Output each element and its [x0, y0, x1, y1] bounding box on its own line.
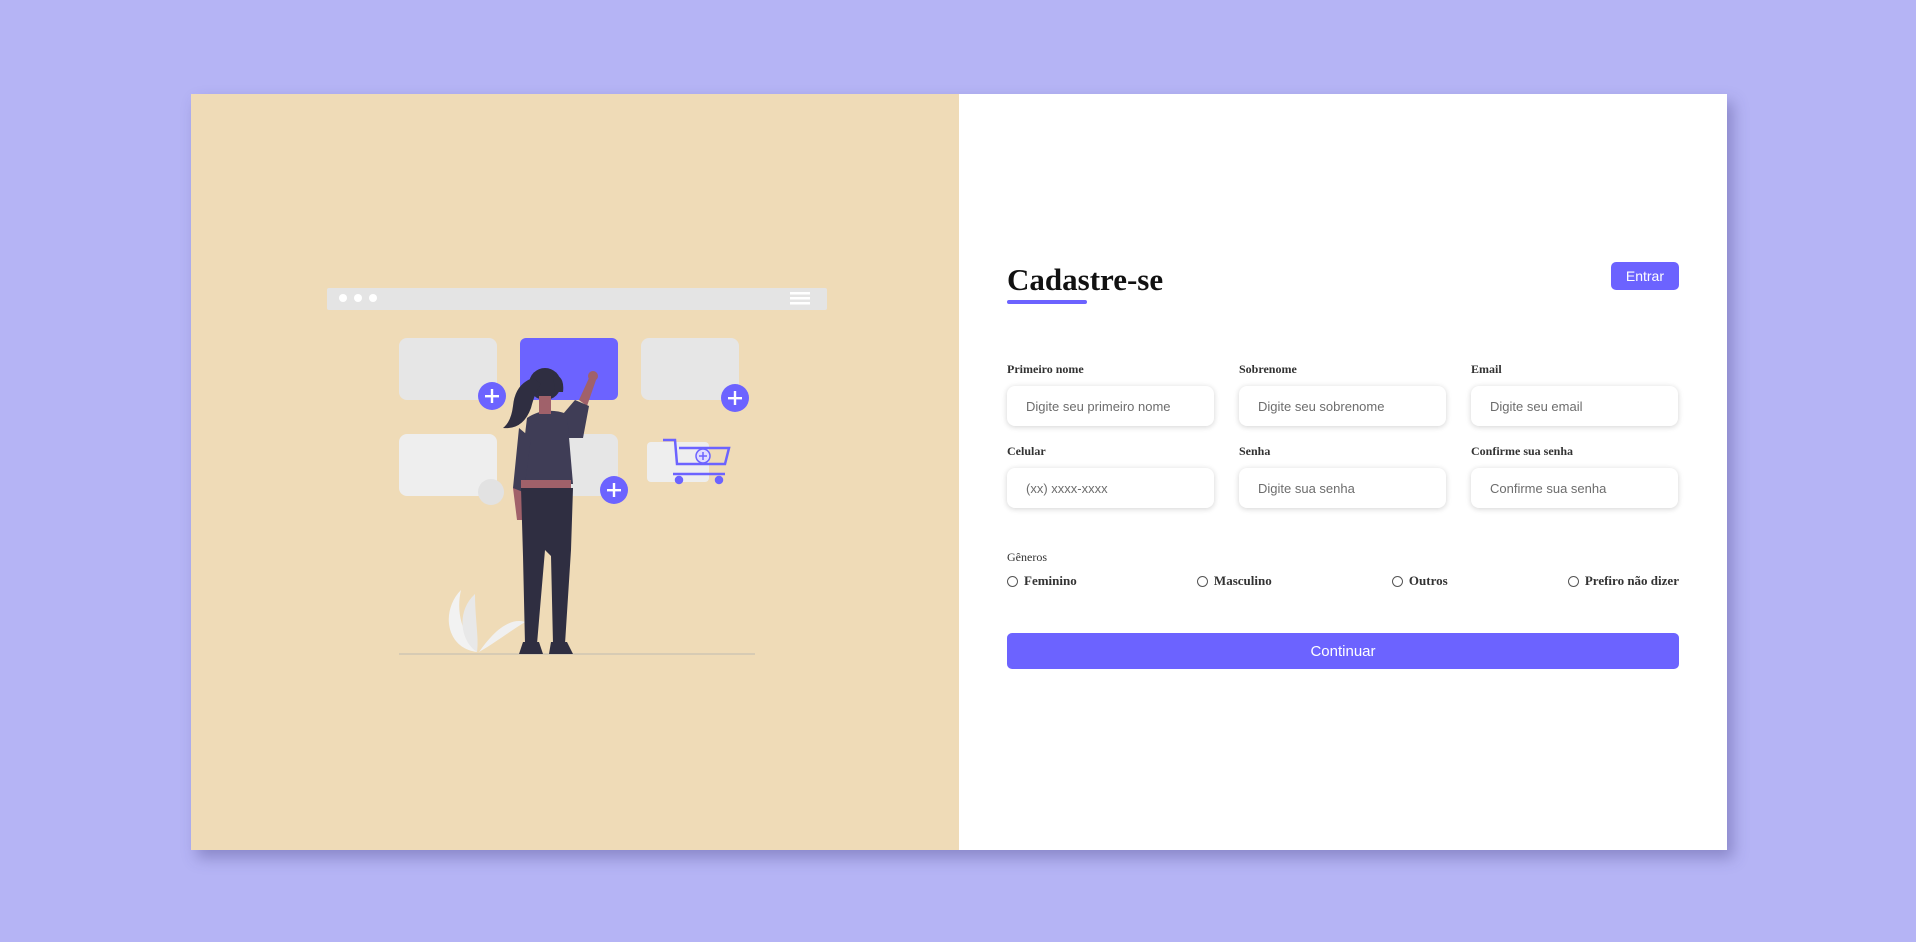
form-header: Cadastre-se Entrar [1007, 262, 1679, 362]
password-input[interactable] [1239, 468, 1446, 508]
browser-bar-icon [327, 288, 827, 310]
signup-illustration [327, 288, 827, 655]
first-name-input[interactable] [1007, 386, 1214, 426]
plus-icon [478, 382, 506, 410]
signup-card: Cadastre-se Entrar Primeiro nome Sobreno… [191, 94, 1727, 850]
gender-option-male[interactable]: Masculino [1196, 573, 1272, 589]
field-phone: Celular [1007, 444, 1214, 508]
last-name-input[interactable] [1239, 386, 1446, 426]
signup-form: Cadastre-se Entrar Primeiro nome Sobreno… [1007, 262, 1679, 669]
radio-button[interactable] [1196, 575, 1208, 587]
plant-icon [448, 590, 525, 652]
decor-circle [478, 479, 504, 505]
confirm-password-input[interactable] [1471, 468, 1678, 508]
illustration-panel [191, 94, 959, 850]
field-label: Senha [1239, 444, 1271, 458]
field-first-name: Primeiro nome [1007, 362, 1214, 426]
woman-figure [503, 368, 598, 654]
gender-option-other[interactable]: Outros [1391, 573, 1448, 589]
field-label: Primeiro nome [1007, 362, 1084, 376]
gender-option-label: Masculino [1213, 573, 1272, 588]
phone-input[interactable] [1007, 468, 1214, 508]
field-password: Senha [1239, 444, 1446, 508]
radio-button[interactable] [1007, 575, 1018, 587]
gender-option-label: Prefiro não dizer [1584, 573, 1679, 588]
plus-icon [600, 476, 628, 504]
form-panel: Cadastre-se Entrar Primeiro nome Sobreno… [959, 94, 1727, 850]
gender-title: Gêneros [1007, 550, 1047, 564]
field-label: Celular [1007, 444, 1046, 458]
continue-button[interactable]: Continuar [1007, 633, 1679, 669]
gender-options: Feminino Masculino Outros Prefiro não di… [1007, 573, 1679, 589]
gender-option-female[interactable]: Feminino [1007, 573, 1077, 589]
gender-option-label: Outros [1408, 573, 1448, 588]
field-last-name: Sobrenome [1239, 362, 1446, 426]
field-confirm-password: Confirme sua senha [1471, 444, 1678, 508]
field-label: Email [1471, 362, 1502, 376]
title-wrap: Cadastre-se [1007, 262, 1163, 304]
radio-button[interactable] [1567, 575, 1579, 587]
radio-button[interactable] [1391, 575, 1403, 587]
title-underline [1007, 300, 1087, 304]
login-button[interactable]: Entrar [1610, 262, 1679, 290]
field-label: Confirme sua senha [1471, 444, 1574, 458]
gender-section: Gêneros Feminino Masculino Outros Prefir… [1007, 550, 1679, 589]
gender-option-prefer-not-say[interactable]: Prefiro não dizer [1567, 573, 1679, 589]
plus-icon [721, 384, 749, 412]
gender-option-label: Feminino [1024, 573, 1077, 588]
field-email: Email [1471, 362, 1678, 426]
menu-icon [790, 292, 810, 305]
email-input[interactable] [1471, 386, 1678, 426]
fields-grid: Primeiro nome Sobrenome Email Celular Se… [1007, 362, 1679, 508]
page-title: Cadastre-se [1007, 262, 1164, 297]
field-label: Sobrenome [1239, 362, 1297, 376]
